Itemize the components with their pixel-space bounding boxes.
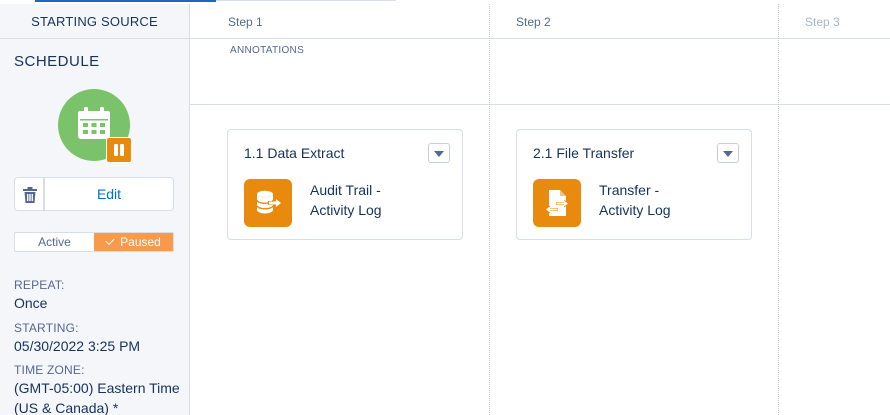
edit-button[interactable]: Edit (44, 177, 174, 211)
delete-button[interactable] (14, 177, 44, 211)
repeat-label: REPEAT: (14, 278, 65, 292)
card-title: 2.1 File Transfer (533, 145, 635, 161)
starting-label: STARTING: (14, 321, 79, 335)
toggle-paused-label: Paused (120, 235, 161, 249)
step-header-3: Step 3 (805, 14, 840, 29)
pause-icon (106, 137, 132, 163)
column-divider (489, 4, 490, 415)
toggle-paused-option[interactable]: Paused (94, 233, 173, 251)
card-description-line2: Activity Log (310, 202, 382, 218)
step-header-2: Step 2 (516, 14, 551, 29)
sidebar: STARTING SOURCE SCHEDULE Edit Active Pau… (0, 4, 190, 415)
active-tab-indicator (35, 0, 216, 2)
card-title: 1.1 Data Extract (244, 145, 345, 161)
active-paused-toggle: Active Paused (14, 232, 174, 252)
repeat-value: Once (14, 295, 48, 311)
card-description-line1: Audit Trail - (310, 182, 381, 198)
card-description: Audit Trail - Activity Log (310, 180, 450, 220)
file-transfer-icon (533, 179, 581, 227)
flow-canvas: Step 1 Step 2 Step 3 ANNOTATIONS 1.1 Dat… (190, 4, 890, 415)
timezone-value-line1: (GMT-05:00) Eastern Time (14, 380, 180, 396)
card-description-line2: Activity Log (599, 202, 671, 218)
check-icon (105, 235, 115, 246)
step-card-file-transfer[interactable]: 2.1 File Transfer Transfer - Activity Lo… (516, 129, 752, 240)
card-menu-dropdown[interactable] (717, 143, 739, 163)
step-header-1: Step 1 (228, 14, 263, 29)
step-header-row: Step 1 Step 2 Step 3 (190, 4, 890, 39)
trash-icon (23, 187, 37, 203)
column-divider (778, 4, 779, 415)
card-menu-dropdown[interactable] (428, 143, 450, 163)
card-description: Transfer - Activity Log (599, 180, 739, 220)
step-card-data-extract[interactable]: 1.1 Data Extract Audit Trail - Activity … (227, 129, 463, 240)
card-description-line1: Transfer - (599, 182, 660, 198)
annotations-label: ANNOTATIONS (230, 45, 305, 56)
database-export-icon (244, 179, 292, 227)
timezone-value-line2: (US & Canada) * (14, 400, 119, 415)
schedule-title: SCHEDULE (14, 53, 100, 70)
tab-divider (216, 0, 396, 1)
toggle-active-option[interactable]: Active (15, 233, 94, 251)
starting-value: 05/30/2022 3:25 PM (14, 338, 141, 354)
sidebar-header: STARTING SOURCE (0, 4, 189, 39)
toggle-active-label: Active (38, 235, 71, 249)
timezone-label: TIME ZONE: (14, 363, 85, 377)
